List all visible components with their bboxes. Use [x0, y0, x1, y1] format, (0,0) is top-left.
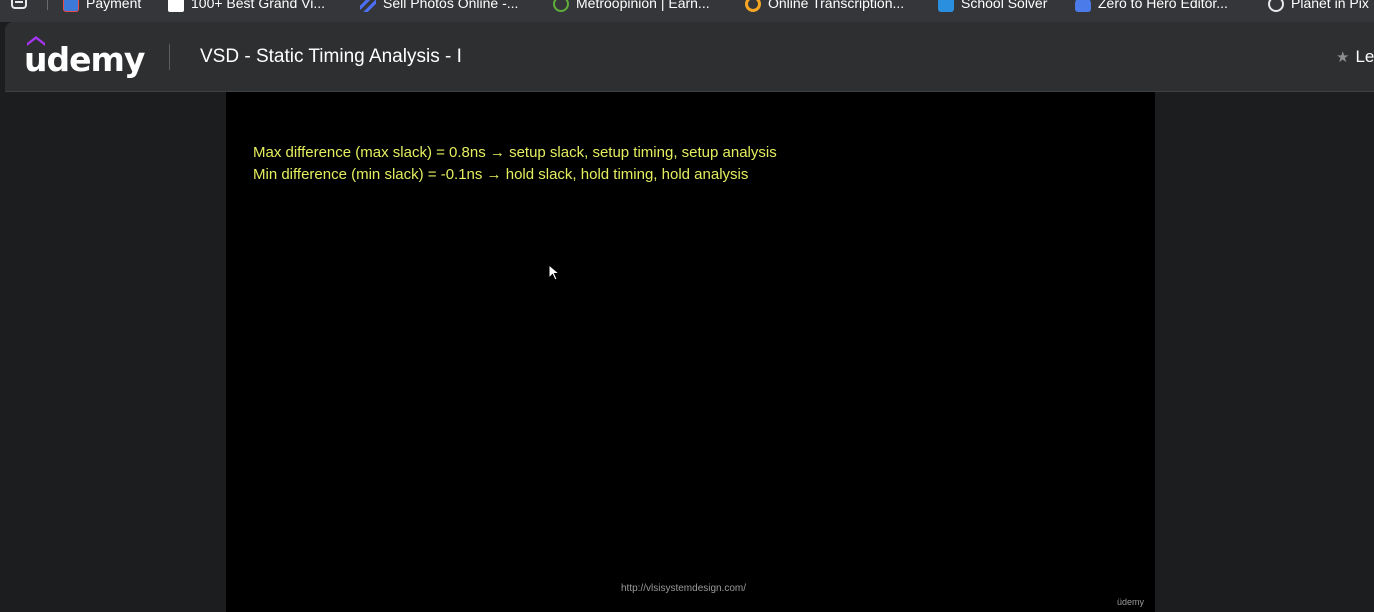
bookmarks-bar: Payment 100+ Best Grand Vi... Sell Photo… [0, 0, 1374, 22]
bookmark-metroopinion[interactable]: Metroopinion | Earn... [553, 0, 710, 13]
leave-rating-button[interactable]: ★ Le [1336, 46, 1374, 69]
udemy-logo-text: udemy [24, 40, 145, 79]
g-icon [745, 0, 761, 13]
video-player[interactable]: Max difference (max slack) = 0.8ns → set… [226, 92, 1155, 612]
bookmark-payment[interactable]: Payment [63, 0, 142, 13]
bookmark-label: Zero to Hero Editor... [1098, 0, 1228, 11]
bookmark-label: School Solver [961, 0, 1048, 11]
bookmark-label: Planet in Pix [1291, 0, 1369, 11]
bookmark-label: Sell Photos Online -... [383, 0, 519, 11]
bookmarks-separator [47, 0, 48, 10]
slide-url: http://vlsisystemdesign.com/ [621, 583, 747, 594]
course-title[interactable]: VSD - Static Timing Analysis - I [200, 46, 462, 68]
header-divider [169, 44, 170, 70]
bookmark-online-transcription[interactable]: Online Transcription... [745, 0, 905, 13]
ss-icon [938, 0, 954, 13]
bookmark-school-solver[interactable]: School Solver [938, 0, 1048, 13]
bookmark-label: Metroopinion | Earn... [576, 0, 710, 11]
metro-icon [553, 0, 569, 13]
person-icon [1075, 0, 1091, 13]
star-icon: ★ [1336, 49, 1350, 66]
globe-icon [1268, 0, 1284, 13]
slide-text-line: Min difference (min slack) = -0.1ns → ho… [253, 166, 749, 183]
rating-label: Le [1355, 47, 1374, 66]
bookmark-sell-photos[interactable]: Sell Photos Online -... [360, 0, 519, 13]
bookmark-label: 100+ Best Grand Vi... [191, 0, 325, 11]
bookmark-label: Payment [86, 0, 142, 11]
bookmark-label: Online Transcription... [768, 0, 905, 11]
bookmark-grand-vi[interactable]: 100+ Best Grand Vi... [168, 0, 325, 13]
page-window: udemy VSD - Static Timing Analysis - I ★… [5, 22, 1374, 612]
apps-menu-icon[interactable] [10, 0, 30, 10]
course-header: udemy VSD - Static Timing Analysis - I ★… [5, 22, 1374, 92]
mouse-cursor-icon [548, 264, 561, 281]
bookmark-zero-to-hero[interactable]: Zero to Hero Editor... [1075, 0, 1228, 13]
slide-text-line: Max difference (max slack) = 0.8ns → set… [253, 144, 777, 161]
plus-square-icon [168, 0, 184, 13]
payment-icon [63, 0, 79, 13]
bookmark-planet-in-pix[interactable]: Planet in Pix [1268, 0, 1369, 13]
udemy-watermark: üdemy [1117, 597, 1145, 607]
stripes-icon [360, 0, 376, 13]
